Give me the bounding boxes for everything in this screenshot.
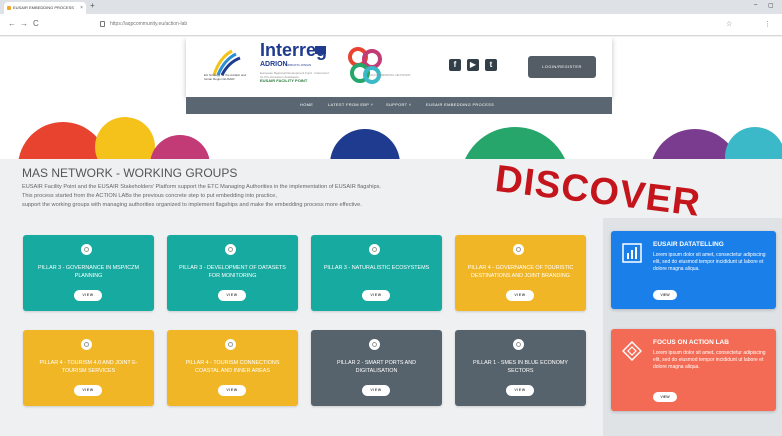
minimize-icon[interactable]: – <box>754 2 757 8</box>
nav-support[interactable]: SUPPORT ˅ <box>386 102 411 107</box>
pillar-icon <box>513 244 524 255</box>
view-button[interactable]: VIEW <box>74 385 102 396</box>
decor-arc-red <box>18 122 108 159</box>
nav-latest[interactable]: LATEST FROM EBP ˅ <box>328 102 373 107</box>
decor-arc-green <box>460 127 570 159</box>
decor-arc-blue <box>330 129 400 159</box>
tab-close-icon[interactable]: × <box>80 2 83 14</box>
page-description: EUSAIR Facility Point and the EUSAIR Sta… <box>22 183 502 210</box>
twitter-icon[interactable]: t <box>485 59 497 71</box>
description-line: EUSAIR Facility Point and the EUSAIR Sta… <box>22 184 381 190</box>
view-button[interactable]: VIEW <box>653 290 677 300</box>
eusair-logo-text: EU Strategy for the Adriatic and Ionian … <box>204 73 247 81</box>
facebook-icon[interactable]: f <box>449 59 461 71</box>
login-register-button[interactable]: LOGIN/REGISTER <box>528 56 596 78</box>
description-line: This process started from the ACTION LAB… <box>22 193 277 199</box>
nav-home[interactable]: HOME <box>300 102 313 107</box>
lock-icon <box>100 21 105 27</box>
adrion-label: ADRION <box>260 61 288 68</box>
browser-tab[interactable]: EUSAIR EMBEDDING PROCESS × <box>4 2 86 14</box>
eusair-logo[interactable] <box>204 45 254 89</box>
card-title: PILLAR 3 - DEVELOPMENT OF DATASETS FOR M… <box>179 265 286 279</box>
url-bar[interactable]: https://aqpcommunity.eu/action-lab <box>110 20 187 29</box>
reload-icon[interactable]: C <box>33 19 39 28</box>
discover-heading: DISCOVER <box>492 158 703 225</box>
favicon-icon <box>7 6 11 10</box>
new-tab-icon[interactable]: + <box>90 1 95 10</box>
working-group-card[interactable]: PILLAR 3 - GOVERNANCE IN MSP/ICZM PLANNI… <box>23 235 154 311</box>
card-title: PILLAR 4 - TOURISM CONNECTIONS COASTAL A… <box>185 360 280 374</box>
page-title: MAS NETWORK - WORKING GROUPS <box>22 166 238 180</box>
pillar-icon <box>513 339 524 350</box>
diamond-icon <box>622 341 642 361</box>
view-button[interactable]: VIEW <box>362 290 390 301</box>
discover-card-datatelling[interactable]: EUSAIR DATATELLING Lorem ipsum dolor sit… <box>611 231 776 309</box>
view-button[interactable]: VIEW <box>218 290 246 301</box>
pillar-icon <box>225 244 236 255</box>
youtube-icon[interactable]: ▶ <box>467 59 479 71</box>
discover-card-action-lab[interactable]: FOCUS ON ACTION LAB Lorem ipsum dolor si… <box>611 329 776 411</box>
working-group-card[interactable]: PILLAR 4 - TOURISM 4.0 AND JOINT E-TOURI… <box>23 330 154 406</box>
site-header: EU Strategy for the Adriatic and Ionian … <box>186 37 612 97</box>
working-group-card[interactable]: PILLAR 2 - SMART PORTS AND DIGITALISATIO… <box>311 330 442 406</box>
discover-card-text: Lorem ipsum dolor sit amet, consectetur … <box>653 350 766 370</box>
view-button[interactable]: VIEW <box>506 385 534 396</box>
discover-card-text: Lorem ipsum dolor sit amet, consectetur … <box>653 252 766 272</box>
browser-toolbar: ← → C https://aqpcommunity.eu/action-lab… <box>0 14 782 36</box>
decor-arc-cyan <box>725 127 782 159</box>
restore-icon[interactable]: ▢ <box>768 2 774 9</box>
nav-embedding-process[interactable]: EUSAIR EMBEDDING PROCESS <box>426 102 494 107</box>
decor-arc-pink <box>150 135 210 159</box>
browser-tab-bar: EUSAIR EMBEDDING PROCESS × + – ▢ <box>0 0 782 14</box>
page: EU Strategy for the Adriatic and Ionian … <box>0 37 782 436</box>
facility-point-label: EUSAIR FACILITY POINT <box>260 78 308 83</box>
discover-card-title: FOCUS ON ACTION LAB <box>653 339 729 346</box>
card-title: PILLAR 4 - TOURISM 4.0 AND JOINT E-TOURI… <box>39 360 138 374</box>
mas-logo-text: MAS EMBEDDING NETWORK <box>369 73 411 77</box>
working-group-card[interactable]: PILLAR 3 - NATURALISTIC ECOSYSTEMS VIEW <box>311 235 442 311</box>
adrion-sub-label: ADRIATIC-IONIAN <box>286 63 312 67</box>
menu-icon[interactable]: ⋮ <box>764 20 771 28</box>
decor-arc-yellow <box>95 117 155 159</box>
working-group-card[interactable]: PILLAR 4 - GOVERNANCE OF TOURISTIC DESTI… <box>455 235 586 311</box>
working-group-card[interactable]: PILLAR 3 - DEVELOPMENT OF DATASETS FOR M… <box>167 235 298 311</box>
forward-icon[interactable]: → <box>20 19 28 28</box>
working-group-card[interactable]: PILLAR 1 - SMES IN BLUE ECONOMY SECTORS … <box>455 330 586 406</box>
view-button[interactable]: VIEW <box>653 392 677 402</box>
main-nav: HOME LATEST FROM EBP ˅ SUPPORT ˅ EUSAIR … <box>186 97 612 114</box>
discover-card-title: EUSAIR DATATELLING <box>653 241 724 248</box>
eu-flag-icon <box>315 46 326 54</box>
mas-network-logo[interactable] <box>346 45 386 89</box>
tab-title: EUSAIR EMBEDDING PROCESS <box>13 5 74 10</box>
pillar-icon <box>369 244 380 255</box>
card-title: PILLAR 3 - NATURALISTIC ECOSYSTEMS <box>323 265 430 271</box>
pillar-icon <box>369 339 380 350</box>
pillar-icon <box>225 339 236 350</box>
view-button[interactable]: VIEW <box>506 290 534 301</box>
pillar-icon <box>81 339 92 350</box>
description-line: support the working groups with managing… <box>22 202 362 208</box>
star-icon[interactable]: ☆ <box>726 20 732 28</box>
back-icon[interactable]: ← <box>8 19 16 28</box>
card-title: PILLAR 3 - GOVERNANCE IN MSP/ICZM PLANNI… <box>38 265 139 279</box>
pillar-icon <box>81 244 92 255</box>
view-button[interactable]: VIEW <box>74 290 102 301</box>
card-title: PILLAR 2 - SMART PORTS AND DIGITALISATIO… <box>336 360 417 374</box>
card-title: PILLAR 4 - GOVERNANCE OF TOURISTIC DESTI… <box>467 265 574 279</box>
working-group-card[interactable]: PILLAR 4 - TOURISM CONNECTIONS COASTAL A… <box>167 330 298 406</box>
card-title: PILLAR 1 - SMES IN BLUE ECONOMY SECTORS <box>473 360 568 374</box>
view-button[interactable]: VIEW <box>218 385 246 396</box>
chart-icon <box>622 243 642 263</box>
view-button[interactable]: VIEW <box>362 385 390 396</box>
